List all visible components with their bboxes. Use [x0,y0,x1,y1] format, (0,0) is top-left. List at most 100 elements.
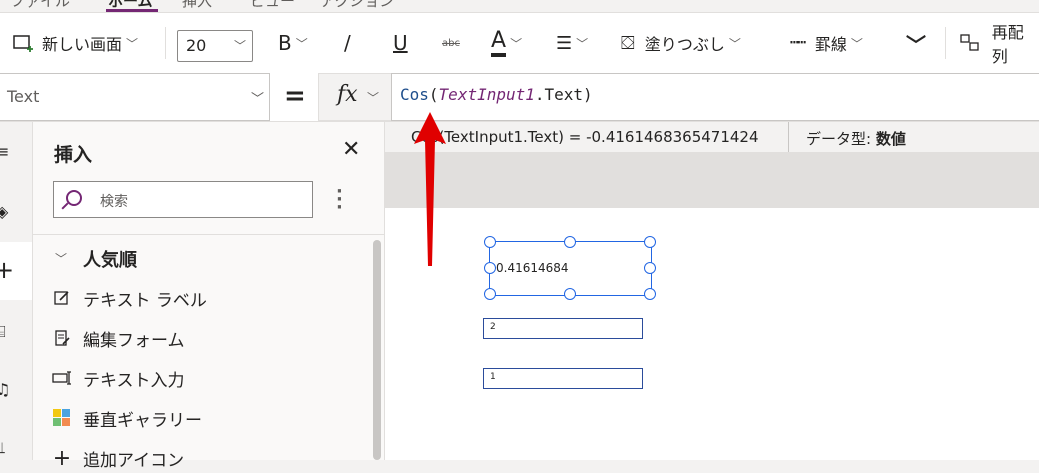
reorder-icon [960,34,979,51]
chevron-down-icon: ﹀ [576,36,589,51]
italic-button[interactable]: / [344,13,351,73]
font-size-value: 20 [186,36,207,55]
chevron-down-icon: ﹀ [367,91,380,105]
text-input-2-value: 1 [490,372,496,382]
list-item-label: 垂直ギャラリー [83,410,202,431]
resize-handle[interactable] [644,262,656,274]
chevron-down-icon[interactable]: ﹀ [55,250,67,267]
list-item-label: 追加アイコン [83,450,185,471]
divider [945,27,946,59]
formula-result-row: Cos(TextInput1.Text) = -0.41614683654714… [390,122,1039,152]
list-item-label: 編集フォーム [83,330,185,351]
insert-nav-item[interactable]: + [0,242,32,300]
chevron-down-icon: ﹀ [728,36,741,51]
insert-pane: 挿入 ✕ 検索 · · · ﹀ 人気順 テキスト ラベル 編集フォーム テキスト入力… [33,122,385,471]
formula-control-ref: TextInput1 [438,85,535,104]
fx-icon: fx [337,82,358,107]
category-popular[interactable]: 人気順 [83,246,137,272]
equals-sign: = [284,81,306,111]
formula-paren: ( [428,85,439,104]
chevron-down-icon: ﹀ [126,36,139,51]
chevron-down-icon: ﹀ [510,36,523,51]
media-icon[interactable]: ♫ [0,380,10,399]
chevron-down-icon: ﹀ [906,32,926,57]
resize-handle[interactable] [564,236,576,248]
tree-view-icon[interactable]: ≡ [0,142,9,161]
divider [165,27,166,59]
annotation-arrow [414,112,446,266]
add-icon: + [52,445,72,471]
edit-label-icon [51,287,73,309]
data-type-label: データ型: [806,130,876,148]
font-color-label: A [491,29,507,57]
data-icon[interactable]: ⌸ [0,322,6,342]
align-button[interactable]: ☰ ﹀ [556,13,588,73]
text-input-1-value: 2 [490,322,496,332]
menu-tab-file[interactable]: ファイル [10,0,70,11]
fill-button[interactable]: ⛋ 塗りつぶし ﹀ [621,13,741,73]
layers-icon[interactable]: ◈ [0,202,8,221]
chevron-down-icon: ﹀ [251,92,265,107]
data-type-value: 数値 [875,130,906,148]
more-options-icon[interactable]: · · · [336,183,343,217]
bold-label: B [278,31,292,55]
formula-property-ref: .Text) [534,85,593,104]
strikethrough-button[interactable]: abc [442,13,460,73]
divider [788,122,789,152]
property-dropdown[interactable]: Text ﹀ [0,73,270,121]
resize-handle[interactable] [484,236,496,248]
formula-result: Cos(TextInput1.Text) = -0.41614683654714… [411,128,759,146]
chevron-down-icon: ﹀ [295,36,308,51]
reorder-label: 再配列 [991,23,1024,66]
search-icon [66,190,82,206]
edit-form-icon [51,327,73,349]
text-input-2[interactable]: 1 [483,368,643,389]
resize-handle[interactable] [644,288,656,300]
resize-handle[interactable] [484,288,496,300]
function-button[interactable]: fx ﹀ [318,73,392,121]
advanced-tools-icon[interactable]: ⫫ [0,438,5,458]
menu-tab-view[interactable]: ビュー [250,0,295,11]
close-icon[interactable]: ✕ [342,137,360,162]
list-item-text-input[interactable]: テキスト入力 [51,363,185,393]
list-item-label: テキスト入力 [83,370,185,391]
font-size-dropdown[interactable]: 20 ﹀ [177,30,253,62]
list-item-edit-form[interactable]: 編集フォーム [51,323,185,353]
new-screen-label: 新しい画面 [42,35,123,54]
border-label: 罫線 [814,35,847,54]
new-screen-button[interactable]: 新しい画面 ﹀ [12,13,138,73]
list-item-vertical-gallery[interactable]: 垂直ギャラリー [51,403,202,433]
list-item-add-icon[interactable]: + 追加アイコン [51,443,184,473]
italic-label: / [344,31,351,55]
underline-button[interactable]: U [393,13,408,73]
text-input-icon [51,367,73,389]
ribbon-toolbar: 新しい画面 ﹀ 20 ﹀ B ﹀ / U abc A ﹀ ☰ ﹀ ⛋ 塗りつぶし ﹀ ┅… [0,12,1039,74]
bold-button[interactable]: B ﹀ [278,13,308,73]
paint-bucket-icon: ⛋ [621,32,635,54]
list-item-label: テキスト ラベル [83,290,207,311]
font-color-button[interactable]: A ﹀ [491,13,522,73]
search-input[interactable]: 検索 [53,181,313,218]
formula-input[interactable]: Cos(TextInput1.Text) [391,73,1039,121]
reorder-button[interactable]: 再配列 [960,13,1039,73]
chevron-down-icon: ﹀ [850,36,863,51]
new-screen-icon [13,35,33,52]
resize-handle[interactable] [644,236,656,248]
resize-handle[interactable] [564,288,576,300]
formula-function: Cos [400,85,429,104]
menu-tab-action[interactable]: アクション [320,0,394,11]
underline-label: U [393,31,408,55]
resize-handle[interactable] [484,262,496,274]
plus-icon: + [0,256,15,284]
gallery-icon [51,407,73,429]
more-commands-button[interactable]: ﹀ [906,13,926,73]
canvas-header [384,152,1039,208]
pane-scrollbar[interactable] [373,240,381,460]
list-item-text-label[interactable]: テキスト ラベル [51,283,207,313]
data-type: データ型: 数値 [806,128,906,149]
border-button[interactable]: ┅┅ 罫線 ﹀ [790,13,863,73]
text-input-1[interactable]: 2 [483,318,643,339]
menu-tab-insert[interactable]: 挿入 [182,0,212,11]
label-value: 0.41614684 [496,261,569,275]
divider [33,234,384,235]
